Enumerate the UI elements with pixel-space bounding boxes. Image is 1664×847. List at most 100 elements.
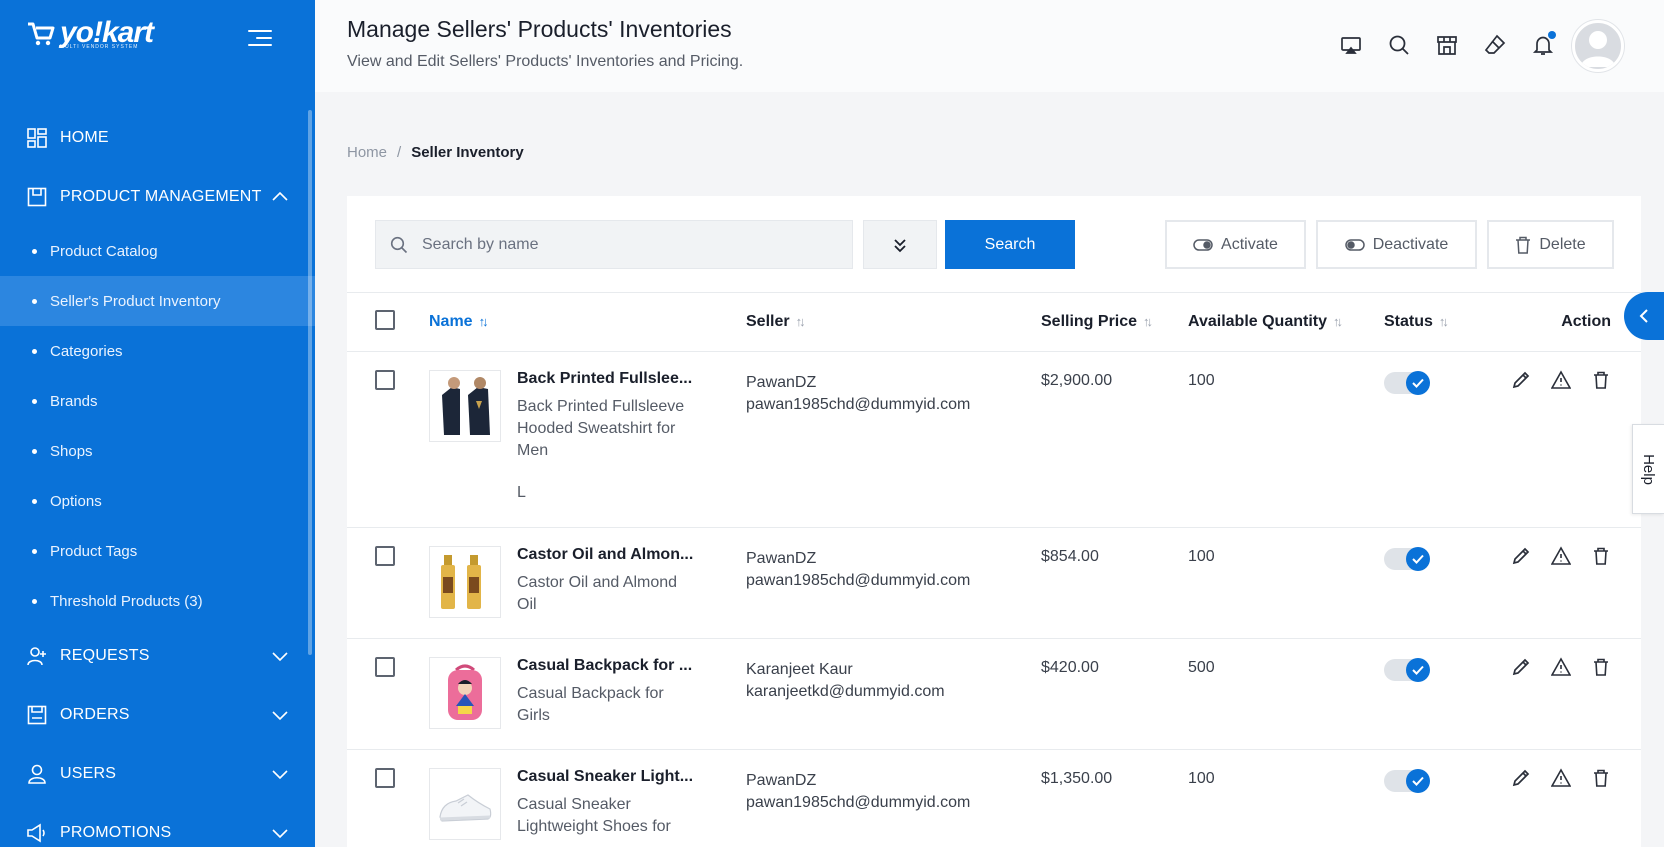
column-header-status[interactable]: Status ↑↓: [1384, 293, 1504, 352]
toggle-off-icon: [1344, 238, 1365, 251]
sidebar-subitem-categories[interactable]: Categories: [0, 326, 315, 376]
trash-icon[interactable]: [1591, 370, 1611, 390]
warning-icon[interactable]: [1551, 768, 1571, 788]
product-description: Castor Oil and Almond Oil: [517, 574, 678, 613]
help-tab[interactable]: Help: [1632, 424, 1664, 514]
column-header-seller[interactable]: Seller ↑↓: [746, 293, 1041, 352]
sidebar-subitem-shops[interactable]: Shops: [0, 426, 315, 476]
sidebar-scrollbar[interactable]: [308, 110, 312, 655]
column-header-selling-price[interactable]: Selling Price ↑↓: [1041, 293, 1188, 352]
available-quantity: 500: [1188, 659, 1215, 676]
edit-icon[interactable]: [1511, 370, 1531, 390]
status-toggle[interactable]: [1384, 547, 1430, 571]
edit-icon[interactable]: [1511, 657, 1531, 677]
search-box: [375, 220, 853, 269]
sort-icon[interactable]: ↑↓: [1439, 314, 1449, 329]
warning-icon[interactable]: [1551, 370, 1571, 390]
collapse-panel-button[interactable]: [1624, 292, 1664, 340]
sidebar-item-label: USERS: [60, 764, 117, 782]
backpack-image: [448, 664, 482, 720]
cast-icon[interactable]: [1340, 34, 1362, 56]
sidebar-item-promotions[interactable]: PROMOTIONS: [0, 803, 315, 847]
status-toggle[interactable]: [1384, 769, 1430, 793]
sidebar-item-users[interactable]: USERS: [0, 744, 315, 803]
breadcrumb-home[interactable]: Home: [347, 144, 387, 161]
sort-icon[interactable]: ↑↓: [1143, 314, 1153, 329]
sidebar-subitem-threshold-products[interactable]: Threshold Products (3): [0, 576, 315, 626]
product-title[interactable]: Casual Sneaker Light...: [517, 768, 697, 786]
activate-button[interactable]: Activate: [1165, 220, 1306, 269]
sidebar-item-label: PRODUCT MANAGEMENT: [60, 187, 262, 205]
column-header-available-quantity[interactable]: Available Quantity ↑↓: [1188, 293, 1384, 352]
top-header: Manage Sellers' Products' Inventories Vi…: [315, 0, 1664, 92]
selling-price: $854.00: [1041, 548, 1099, 565]
user-avatar[interactable]: [1572, 20, 1624, 72]
sidebar-item-home[interactable]: HOME: [0, 108, 315, 167]
menu-toggle-icon[interactable]: [248, 30, 272, 48]
search-input[interactable]: [422, 235, 822, 254]
chevron-down-icon[interactable]: [271, 824, 289, 842]
sort-icon[interactable]: ↑↓: [479, 314, 489, 329]
status-toggle[interactable]: [1384, 371, 1430, 395]
sidebar-subitem-product-tags[interactable]: Product Tags: [0, 526, 315, 576]
activate-label: Activate: [1221, 235, 1278, 253]
sidebar-item-orders[interactable]: ORDERS: [0, 685, 315, 744]
check-icon: [1412, 378, 1424, 388]
breadcrumb-separator: /: [397, 144, 402, 161]
product-thumbnail[interactable]: [429, 657, 501, 729]
chevron-down-icon[interactable]: [271, 706, 289, 724]
inventory-card: Search Activate Deactivate Delete Name↑↓…: [347, 196, 1641, 847]
header-actions: [1340, 31, 1556, 56]
row-checkbox[interactable]: [375, 657, 395, 677]
sidebar-item-requests[interactable]: REQUESTS: [0, 626, 315, 685]
trash-icon[interactable]: [1591, 546, 1611, 566]
status-toggle[interactable]: [1384, 658, 1430, 682]
sidebar: yo!kart MULTI VENDOR SYSTEM HOME PRODUCT…: [0, 0, 315, 847]
product-thumbnail[interactable]: [429, 370, 501, 442]
warning-icon[interactable]: [1551, 657, 1571, 677]
row-checkbox[interactable]: [375, 768, 395, 788]
selling-price: $1,350.00: [1041, 770, 1113, 787]
warning-icon[interactable]: [1551, 546, 1571, 566]
column-header-name[interactable]: Name ↑↓: [429, 293, 746, 352]
row-checkbox[interactable]: [375, 370, 395, 390]
seller-email: karanjeetkd@dummyid.com: [746, 683, 945, 700]
seller-name: PawanDZ: [746, 772, 817, 789]
search-icon[interactable]: [1388, 34, 1410, 56]
chevron-down-icon[interactable]: [271, 647, 289, 665]
check-icon: [1412, 776, 1424, 786]
sidebar-nav: HOME PRODUCT MANAGEMENT Product Catalog …: [0, 108, 315, 847]
sidebar-subitem-product-catalog[interactable]: Product Catalog: [0, 226, 315, 276]
edit-icon[interactable]: [1511, 546, 1531, 566]
delete-button[interactable]: Delete: [1487, 220, 1614, 269]
seller-name: PawanDZ: [746, 374, 817, 391]
sidebar-subitem-options[interactable]: Options: [0, 476, 315, 526]
orders-icon: [26, 704, 48, 726]
sort-icon[interactable]: ↑↓: [796, 314, 806, 329]
sort-icon[interactable]: ↑↓: [1333, 314, 1343, 329]
product-title[interactable]: Casual Backpack for ...: [517, 657, 697, 675]
search-button[interactable]: Search: [945, 220, 1075, 269]
chevron-down-icon[interactable]: [271, 765, 289, 783]
sidebar-subitem-brands[interactable]: Brands: [0, 376, 315, 426]
sidebar-subitem-sellers-product-inventory[interactable]: Seller's Product Inventory: [0, 276, 315, 326]
deactivate-button[interactable]: Deactivate: [1316, 220, 1477, 269]
product-title[interactable]: Castor Oil and Almon...: [517, 546, 697, 564]
delete-label: Delete: [1539, 235, 1586, 253]
row-checkbox[interactable]: [375, 546, 395, 566]
eraser-icon[interactable]: [1484, 34, 1506, 56]
product-thumbnail[interactable]: [429, 768, 501, 840]
product-thumbnail[interactable]: [429, 546, 501, 618]
double-chevron-down-icon: [894, 238, 906, 252]
product-title[interactable]: Back Printed Fullslee...: [517, 370, 697, 388]
notification-bell[interactable]: [1532, 31, 1556, 56]
sidebar-item-product-management[interactable]: PRODUCT MANAGEMENT: [0, 167, 315, 226]
product-variant: L: [517, 484, 526, 501]
filter-toggle-button[interactable]: [863, 220, 937, 269]
store-icon[interactable]: [1436, 34, 1458, 56]
trash-icon[interactable]: [1591, 768, 1611, 788]
edit-icon[interactable]: [1511, 768, 1531, 788]
select-all-checkbox[interactable]: [375, 309, 395, 330]
trash-icon[interactable]: [1591, 657, 1611, 677]
chevron-up-icon[interactable]: [271, 188, 289, 206]
